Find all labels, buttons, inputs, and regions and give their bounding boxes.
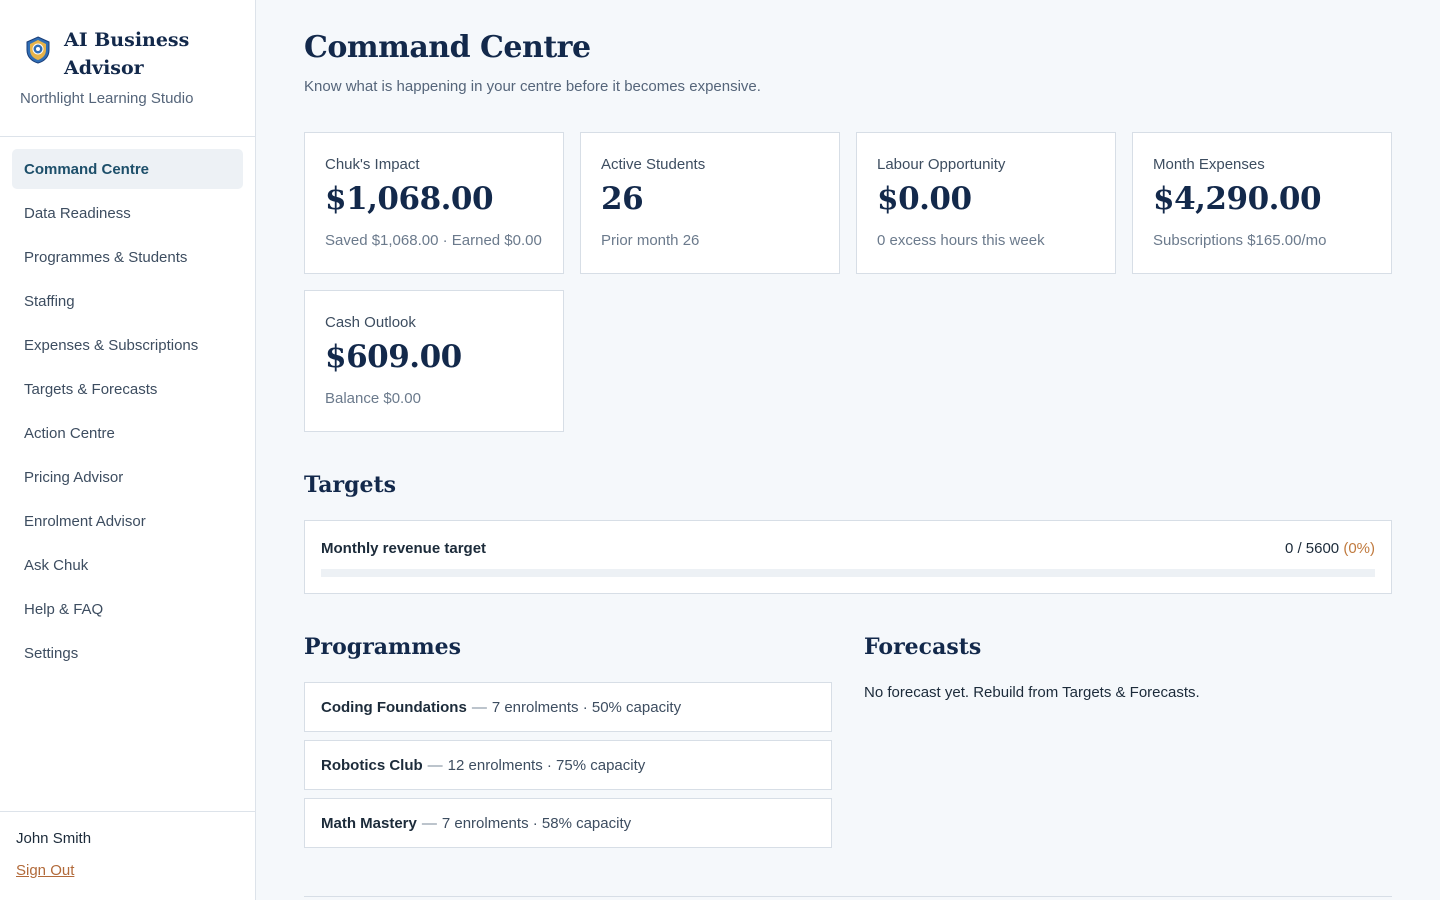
target-monthly-revenue: Monthly revenue target 0 / 5600 (0%) bbox=[304, 520, 1392, 594]
sidebar-item-ask-chuk[interactable]: Ask Chuk bbox=[12, 545, 243, 585]
sidebar-item-command-centre[interactable]: Command Centre bbox=[12, 149, 243, 189]
programme-detail: 7 enrolments · 58% capacity bbox=[441, 814, 632, 832]
kpi-value: $4,290.00 bbox=[1153, 181, 1322, 217]
forecast-empty-state: No forecast yet. Rebuild from Targets & … bbox=[864, 684, 1200, 701]
kpi-note: 0 excess hours this week bbox=[877, 232, 1045, 249]
kpi-value: $1,068.00 bbox=[325, 181, 494, 217]
kpi-value: $609.00 bbox=[325, 339, 462, 375]
programme-name: Robotics Club bbox=[321, 756, 423, 774]
programme-detail: 7 enrolments · 50% capacity bbox=[491, 698, 682, 716]
target-progress-bar bbox=[321, 569, 1375, 577]
kpi-note: Saved $1,068.00 · Earned $0.00 bbox=[325, 232, 542, 249]
sidebar-item-expenses-subscriptions[interactable]: Expenses & Subscriptions bbox=[12, 325, 243, 365]
sidebar-item-enrolment-advisor[interactable]: Enrolment Advisor bbox=[12, 501, 243, 541]
kpi-card-active-students: Active Students 26 Prior month 26 bbox=[580, 132, 840, 274]
sidebar: AI Business Advisor Northlight Learning … bbox=[0, 0, 256, 900]
programmes-heading: Programmes bbox=[304, 634, 461, 660]
kpi-label: Cash Outlook bbox=[325, 314, 416, 331]
shield-logo-icon bbox=[26, 36, 50, 64]
target-label: Monthly revenue target bbox=[321, 540, 487, 557]
sidebar-item-action-centre[interactable]: Action Centre bbox=[12, 413, 243, 453]
kpi-label: Month Expenses bbox=[1153, 156, 1265, 173]
page-subtitle: Know what is happening in your centre be… bbox=[304, 78, 761, 95]
sidebar-item-programmes-students[interactable]: Programmes & Students bbox=[12, 237, 243, 277]
kpi-card-cash-outlook: Cash Outlook $609.00 Balance $0.00 bbox=[304, 290, 564, 432]
kpi-card-chuks-impact: Chuk's Impact $1,068.00 Saved $1,068.00 … bbox=[304, 132, 564, 274]
target-value: 0 / 5600 (0%) bbox=[1285, 540, 1375, 557]
sidebar-item-data-readiness[interactable]: Data Readiness bbox=[12, 193, 243, 233]
sidebar-item-pricing-advisor[interactable]: Pricing Advisor bbox=[12, 457, 243, 497]
brand-title: AI Business Advisor bbox=[64, 29, 190, 79]
sidebar-item-staffing[interactable]: Staffing bbox=[12, 281, 243, 321]
sidebar-divider bbox=[0, 136, 255, 137]
sidebar-item-help-faq[interactable]: Help & FAQ bbox=[12, 589, 243, 629]
targets-heading: Targets bbox=[304, 472, 397, 498]
sidebar-footer-divider bbox=[0, 811, 255, 812]
section-divider bbox=[304, 896, 1392, 897]
forecasts-heading: Forecasts bbox=[864, 634, 982, 660]
programme-item[interactable]: Robotics Club — 12 enrolments · 75% capa… bbox=[304, 740, 832, 790]
kpi-label: Active Students bbox=[601, 156, 706, 173]
programme-separator: — bbox=[421, 814, 437, 832]
target-percent: (0%) bbox=[1343, 540, 1375, 557]
programme-name: Math Mastery bbox=[321, 814, 417, 832]
page-title: Command Centre bbox=[304, 30, 591, 65]
kpi-value: 26 bbox=[601, 181, 644, 217]
programme-detail: 12 enrolments · 75% capacity bbox=[447, 756, 646, 774]
programme-separator: — bbox=[471, 698, 487, 716]
kpi-value: $0.00 bbox=[877, 181, 972, 217]
kpi-label: Labour Opportunity bbox=[877, 156, 1006, 173]
kpi-note: Prior month 26 bbox=[601, 232, 700, 249]
kpi-note: Subscriptions $165.00/mo bbox=[1153, 232, 1327, 249]
kpi-note: Balance $0.00 bbox=[325, 390, 421, 407]
programme-separator: — bbox=[427, 756, 443, 774]
programme-name: Coding Foundations bbox=[321, 698, 467, 716]
sidebar-item-settings[interactable]: Settings bbox=[12, 633, 243, 673]
sidebar-item-targets-forecasts[interactable]: Targets & Forecasts bbox=[12, 369, 243, 409]
sidebar-nav: Command Centre Data Readiness Programmes… bbox=[12, 149, 243, 677]
programme-item[interactable]: Coding Foundations — 7 enrolments · 50% … bbox=[304, 682, 832, 732]
kpi-card-month-expenses: Month Expenses $4,290.00 Subscriptions $… bbox=[1132, 132, 1392, 274]
target-progress-text: 0 / 5600 bbox=[1284, 540, 1340, 557]
user-name: John Smith bbox=[16, 830, 92, 847]
sign-out-link[interactable]: Sign Out bbox=[16, 862, 74, 879]
kpi-label: Chuk's Impact bbox=[325, 156, 420, 173]
programme-item[interactable]: Math Mastery — 7 enrolments · 58% capaci… bbox=[304, 798, 832, 848]
kpi-card-labour-opportunity: Labour Opportunity $0.00 0 excess hours … bbox=[856, 132, 1116, 274]
main-content: Command Centre Know what is happening in… bbox=[304, 0, 1392, 900]
organisation-name: Northlight Learning Studio bbox=[20, 90, 194, 107]
